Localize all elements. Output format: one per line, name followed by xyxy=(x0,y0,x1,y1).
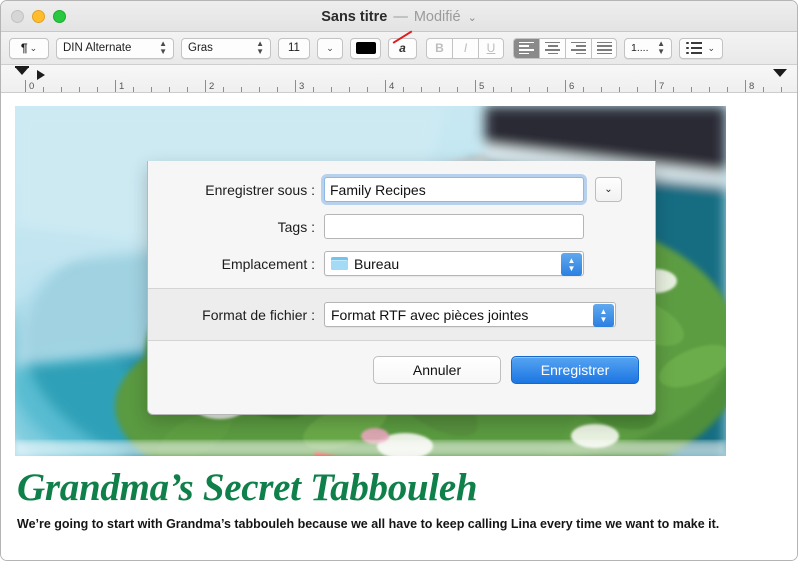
expand-dialog-button[interactable]: ⌄ xyxy=(595,177,622,202)
font-style-label: Gras xyxy=(188,42,213,54)
chevron-down-icon[interactable]: ⌄ xyxy=(468,11,477,24)
chevron-down-icon: ⌄ xyxy=(604,184,613,195)
ruler-label: 8 xyxy=(749,81,755,92)
align-left-icon xyxy=(519,41,534,55)
align-justify-button[interactable] xyxy=(591,37,617,59)
title-separator: — xyxy=(393,8,408,25)
file-format-select[interactable]: Format RTF avec pièces jointes ▲ ▼ xyxy=(324,302,616,327)
ruler-label: 7 xyxy=(659,81,665,92)
numbered-list-label: 1.... xyxy=(631,42,649,54)
save-button[interactable]: Enregistrer xyxy=(511,356,639,384)
chevron-down-icon: ⌄ xyxy=(707,42,715,53)
color-swatch-icon xyxy=(355,42,376,54)
ruler-label: 0 xyxy=(29,81,35,92)
location-label: Emplacement : xyxy=(221,255,315,272)
bullet-list-icon xyxy=(680,41,702,55)
tab-stop-marker[interactable] xyxy=(37,70,45,80)
align-center-button[interactable] xyxy=(539,37,565,59)
font-size-label: 11 xyxy=(288,42,300,54)
title-bar: Sans titre — Modifié ⌄ xyxy=(1,1,797,32)
tags-label: Tags : xyxy=(277,218,315,235)
save-dialog: Enregistrer sous : Family Recipes ⌄ Tags… xyxy=(147,161,656,415)
stepper-arrows-icon: ▲ ▼ xyxy=(159,39,167,56)
save-as-label: Enregistrer sous : xyxy=(205,181,315,198)
stepper-arrows-icon[interactable]: ▲ ▼ xyxy=(593,304,614,327)
font-size-input[interactable]: 11 xyxy=(278,37,310,59)
document-canvas[interactable]: Grandma’s Secret Tabbouleh We’re going t… xyxy=(1,93,797,560)
file-format-section: Format de fichier : Format RTF avec pièc… xyxy=(148,288,655,341)
textedit-window: Sans titre — Modifié ⌄ ¶ ⌄ DIN Alternate… xyxy=(0,0,798,561)
tags-input[interactable] xyxy=(324,214,584,239)
location-row: Emplacement : Bureau ▲ ▼ xyxy=(148,251,655,276)
bullet-list-menu[interactable]: ⌄ xyxy=(679,37,723,59)
tags-row: Tags : xyxy=(148,214,655,239)
ruler-label: 1 xyxy=(119,81,125,92)
align-center-icon xyxy=(545,41,560,55)
paragraph-style-menu[interactable]: ¶ ⌄ xyxy=(9,37,49,59)
chevron-down-icon: ⌄ xyxy=(326,42,334,53)
ruler-label: 2 xyxy=(209,81,215,92)
align-justify-icon xyxy=(596,41,612,55)
chevron-down-icon: ⌄ xyxy=(29,42,38,53)
window-title: Sans titre — Modifié ⌄ xyxy=(1,1,797,32)
left-indent-marker[interactable] xyxy=(15,67,29,75)
ruler-label: 5 xyxy=(479,81,485,92)
file-format-label: Format de fichier : xyxy=(202,306,315,323)
save-dialog-buttons: Annuler Enregistrer xyxy=(148,341,655,399)
ruler[interactable]: 0 1 2 3 4 5 6 7 8 xyxy=(1,65,797,93)
bold-button[interactable]: B xyxy=(426,37,452,59)
stepper-arrows-icon: ▲ ▼ xyxy=(256,39,264,56)
file-format-row: Format de fichier : Format RTF avec pièc… xyxy=(148,302,655,327)
numbered-list-menu[interactable]: 1.... ▲ ▼ xyxy=(624,37,672,59)
stepper-arrows-icon: ▲ ▼ xyxy=(657,39,665,56)
pilcrow-icon: ¶ xyxy=(20,41,28,55)
remove-color-button[interactable]: a xyxy=(388,29,417,59)
text-color-button[interactable] xyxy=(350,37,381,59)
underline-button[interactable]: U xyxy=(478,37,504,59)
text-style-group: B I U xyxy=(426,37,504,59)
italic-button[interactable]: I xyxy=(452,37,478,59)
stepper-arrows-icon[interactable]: ▲ ▼ xyxy=(561,253,582,276)
font-style-select[interactable]: Gras ▲ ▼ xyxy=(181,37,271,59)
font-size-menu[interactable]: ⌄ xyxy=(317,37,343,59)
align-right-button[interactable] xyxy=(565,37,591,59)
align-left-button[interactable] xyxy=(513,37,539,59)
ruler-label: 3 xyxy=(299,81,305,92)
page-title: Grandma’s Secret Tabbouleh xyxy=(17,466,478,509)
document-title: Sans titre xyxy=(321,8,388,25)
font-family-select[interactable]: DIN Alternate ▲ ▼ xyxy=(56,37,174,59)
file-format-value: Format RTF avec pièces jointes xyxy=(331,306,529,323)
font-family-label: DIN Alternate xyxy=(63,42,132,54)
location-select[interactable]: Bureau ▲ ▼ xyxy=(324,251,584,276)
location-value: Bureau xyxy=(354,255,400,272)
save-dialog-fields: Enregistrer sous : Family Recipes ⌄ Tags… xyxy=(148,161,655,288)
alignment-group xyxy=(513,37,617,59)
ruler-label: 4 xyxy=(389,81,395,92)
cancel-button[interactable]: Annuler xyxy=(373,356,501,384)
folder-icon xyxy=(331,257,348,270)
letter-a-icon: a xyxy=(399,41,406,55)
body-paragraph: We’re going to start with Grandma’s tabb… xyxy=(17,517,720,531)
modified-status: Modifié xyxy=(413,8,461,25)
format-toolbar: ¶ ⌄ DIN Alternate ▲ ▼ Gras ▲ ▼ 11 ⌄ a B I … xyxy=(1,29,797,65)
ruler-label: 6 xyxy=(569,81,575,92)
right-indent-marker[interactable] xyxy=(773,69,787,77)
save-as-row: Enregistrer sous : Family Recipes ⌄ xyxy=(148,177,655,202)
ruler-ticks: 0 1 2 3 4 5 6 7 8 xyxy=(1,79,797,92)
align-right-icon xyxy=(571,41,586,55)
save-as-input[interactable]: Family Recipes xyxy=(324,177,584,202)
